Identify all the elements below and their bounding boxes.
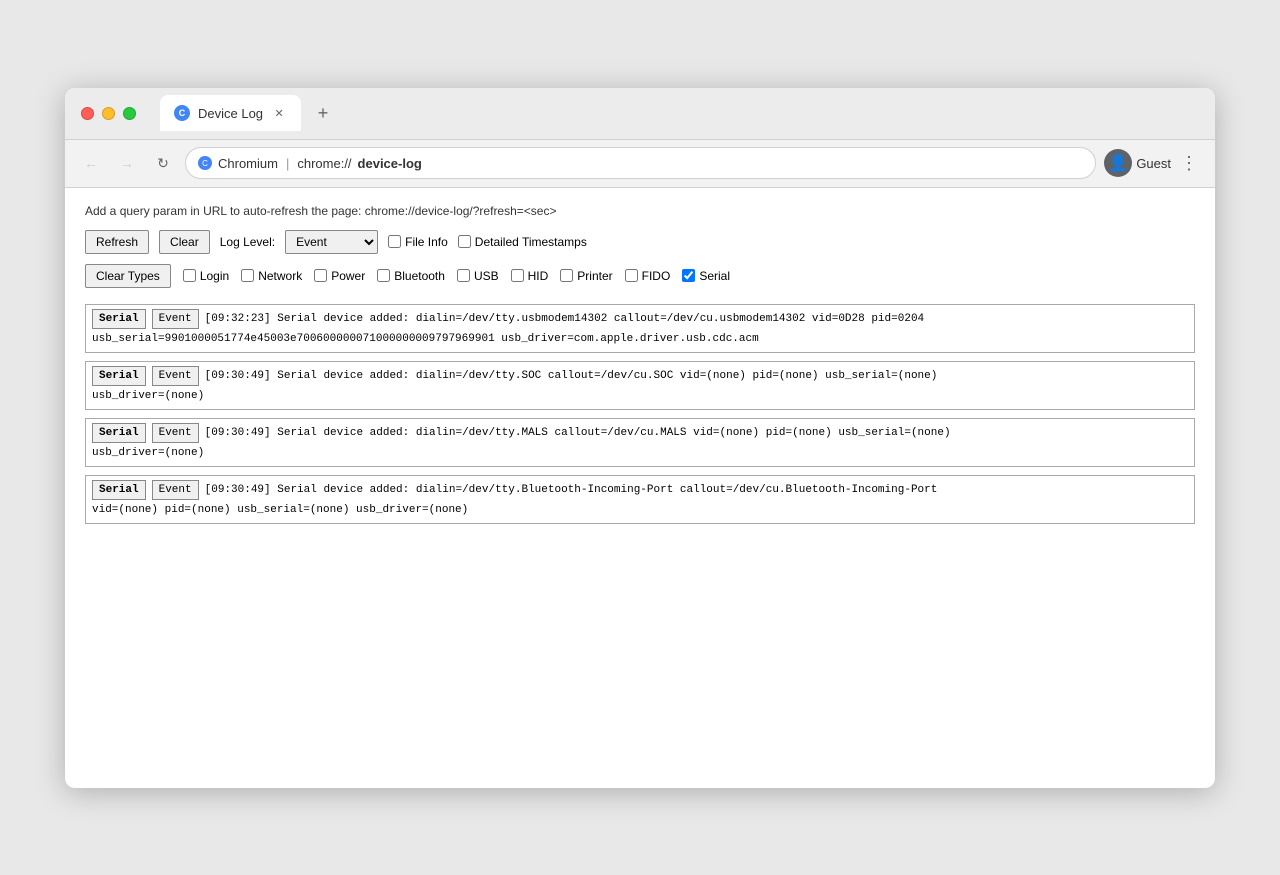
traffic-lights xyxy=(81,107,136,120)
type-printer-label[interactable]: Printer xyxy=(560,269,612,283)
menu-button[interactable]: ⋮ xyxy=(1175,149,1203,177)
browser-window: C Device Log ✕ + ← → ↻ C Chromium | chro… xyxy=(65,88,1215,788)
url-bar[interactable]: C Chromium | chrome:// device-log xyxy=(185,147,1096,179)
log-header-2: Serial Event [09:30:49] Serial device ad… xyxy=(92,366,1188,387)
file-info-label: File Info xyxy=(405,235,448,249)
reload-button[interactable]: ↻ xyxy=(149,149,177,177)
type-login-label[interactable]: Login xyxy=(183,269,229,283)
log-body-3: usb_driver=(none) xyxy=(92,445,1188,462)
log-body-2: usb_driver=(none) xyxy=(92,388,1188,405)
type-serial-label[interactable]: Serial xyxy=(682,269,730,283)
log-timestamp-2: [09:30:49] Serial device added: dialin=/… xyxy=(205,368,938,385)
type-bluetooth-label[interactable]: Bluetooth xyxy=(377,269,445,283)
log-event-tag-4: Event xyxy=(152,480,199,501)
type-power-text: Power xyxy=(331,269,365,283)
type-usb-label[interactable]: USB xyxy=(457,269,499,283)
type-network-label[interactable]: Network xyxy=(241,269,302,283)
active-tab[interactable]: C Device Log ✕ xyxy=(160,95,301,131)
type-serial-checkbox[interactable] xyxy=(682,269,695,282)
controls-row1: Refresh Clear Log Level: Event Debug Inf… xyxy=(85,230,1195,254)
log-tag-4: Serial xyxy=(92,480,146,501)
log-timestamp-3: [09:30:49] Serial device added: dialin=/… xyxy=(205,425,951,442)
log-header-1: Serial Event [09:32:23] Serial device ad… xyxy=(92,309,1188,330)
type-usb-text: USB xyxy=(474,269,499,283)
maximize-button[interactable] xyxy=(123,107,136,120)
log-body-4: vid=(none) pid=(none) usb_serial=(none) … xyxy=(92,502,1188,519)
clear-button[interactable]: Clear xyxy=(159,230,210,254)
controls-row2: Clear Types Login Network Power Bluetoot… xyxy=(85,264,1195,288)
info-bar: Add a query param in URL to auto-refresh… xyxy=(85,204,1195,218)
type-network-checkbox[interactable] xyxy=(241,269,254,282)
tab-favicon: C xyxy=(174,105,190,121)
type-fido-checkbox[interactable] xyxy=(625,269,638,282)
type-usb-checkbox[interactable] xyxy=(457,269,470,282)
file-info-checkbox[interactable] xyxy=(388,235,401,248)
url-base: chrome:// xyxy=(297,156,351,171)
log-entries: Serial Event [09:32:23] Serial device ad… xyxy=(85,304,1195,524)
tab-bar: C Device Log ✕ + xyxy=(160,95,1199,131)
close-button[interactable] xyxy=(81,107,94,120)
site-favicon: C xyxy=(198,156,212,170)
log-event-tag-2: Event xyxy=(152,366,199,387)
type-network-text: Network xyxy=(258,269,302,283)
log-timestamp-1: [09:32:23] Serial device added: dialin=/… xyxy=(205,311,925,328)
log-event-tag-1: Event xyxy=(152,309,199,330)
type-bluetooth-checkbox[interactable] xyxy=(377,269,390,282)
type-fido-label[interactable]: FIDO xyxy=(625,269,671,283)
profile-area: 👤 Guest ⋮ xyxy=(1104,149,1203,177)
table-row: Serial Event [09:32:23] Serial device ad… xyxy=(85,304,1195,353)
table-row: Serial Event [09:30:49] Serial device ad… xyxy=(85,361,1195,410)
type-hid-text: HID xyxy=(528,269,549,283)
detailed-timestamps-label: Detailed Timestamps xyxy=(475,235,587,249)
log-body-1: usb_serial=9901000051774e45003e700600000… xyxy=(92,331,1188,348)
back-button[interactable]: ← xyxy=(77,149,105,177)
type-power-checkbox[interactable] xyxy=(314,269,327,282)
forward-button[interactable]: → xyxy=(113,149,141,177)
log-tag-3: Serial xyxy=(92,423,146,444)
tab-title: Device Log xyxy=(198,106,263,121)
guest-label: Guest xyxy=(1136,156,1171,171)
clear-types-button[interactable]: Clear Types xyxy=(85,264,171,288)
url-browser-name: Chromium xyxy=(218,156,278,171)
file-info-checkbox-label[interactable]: File Info xyxy=(388,235,448,249)
log-header-3: Serial Event [09:30:49] Serial device ad… xyxy=(92,423,1188,444)
table-row: Serial Event [09:30:49] Serial device ad… xyxy=(85,418,1195,467)
detailed-timestamps-checkbox-label[interactable]: Detailed Timestamps xyxy=(458,235,587,249)
type-power-label[interactable]: Power xyxy=(314,269,365,283)
log-tag-1: Serial xyxy=(92,309,146,330)
type-hid-label[interactable]: HID xyxy=(511,269,549,283)
type-printer-text: Printer xyxy=(577,269,612,283)
detailed-timestamps-checkbox[interactable] xyxy=(458,235,471,248)
table-row: Serial Event [09:30:49] Serial device ad… xyxy=(85,475,1195,524)
type-login-checkbox[interactable] xyxy=(183,269,196,282)
profile-icon[interactable]: 👤 xyxy=(1104,149,1132,177)
log-header-4: Serial Event [09:30:49] Serial device ad… xyxy=(92,480,1188,501)
log-tag-2: Serial xyxy=(92,366,146,387)
minimize-button[interactable] xyxy=(102,107,115,120)
type-hid-checkbox[interactable] xyxy=(511,269,524,282)
new-tab-button[interactable]: + xyxy=(309,99,337,127)
log-level-select[interactable]: Event Debug Info Warning Error xyxy=(285,230,378,254)
page-content: Add a query param in URL to auto-refresh… xyxy=(65,188,1215,788)
url-path: device-log xyxy=(358,156,422,171)
type-printer-checkbox[interactable] xyxy=(560,269,573,282)
tab-close-button[interactable]: ✕ xyxy=(271,105,287,121)
refresh-button[interactable]: Refresh xyxy=(85,230,149,254)
type-login-text: Login xyxy=(200,269,229,283)
log-event-tag-3: Event xyxy=(152,423,199,444)
type-serial-text: Serial xyxy=(699,269,730,283)
type-bluetooth-text: Bluetooth xyxy=(394,269,445,283)
url-separator: | xyxy=(286,156,289,171)
type-fido-text: FIDO xyxy=(642,269,671,283)
title-bar: C Device Log ✕ + xyxy=(65,88,1215,140)
address-bar: ← → ↻ C Chromium | chrome:// device-log 👤… xyxy=(65,140,1215,188)
log-timestamp-4: [09:30:49] Serial device added: dialin=/… xyxy=(205,482,938,499)
log-level-label: Log Level: xyxy=(220,235,275,249)
